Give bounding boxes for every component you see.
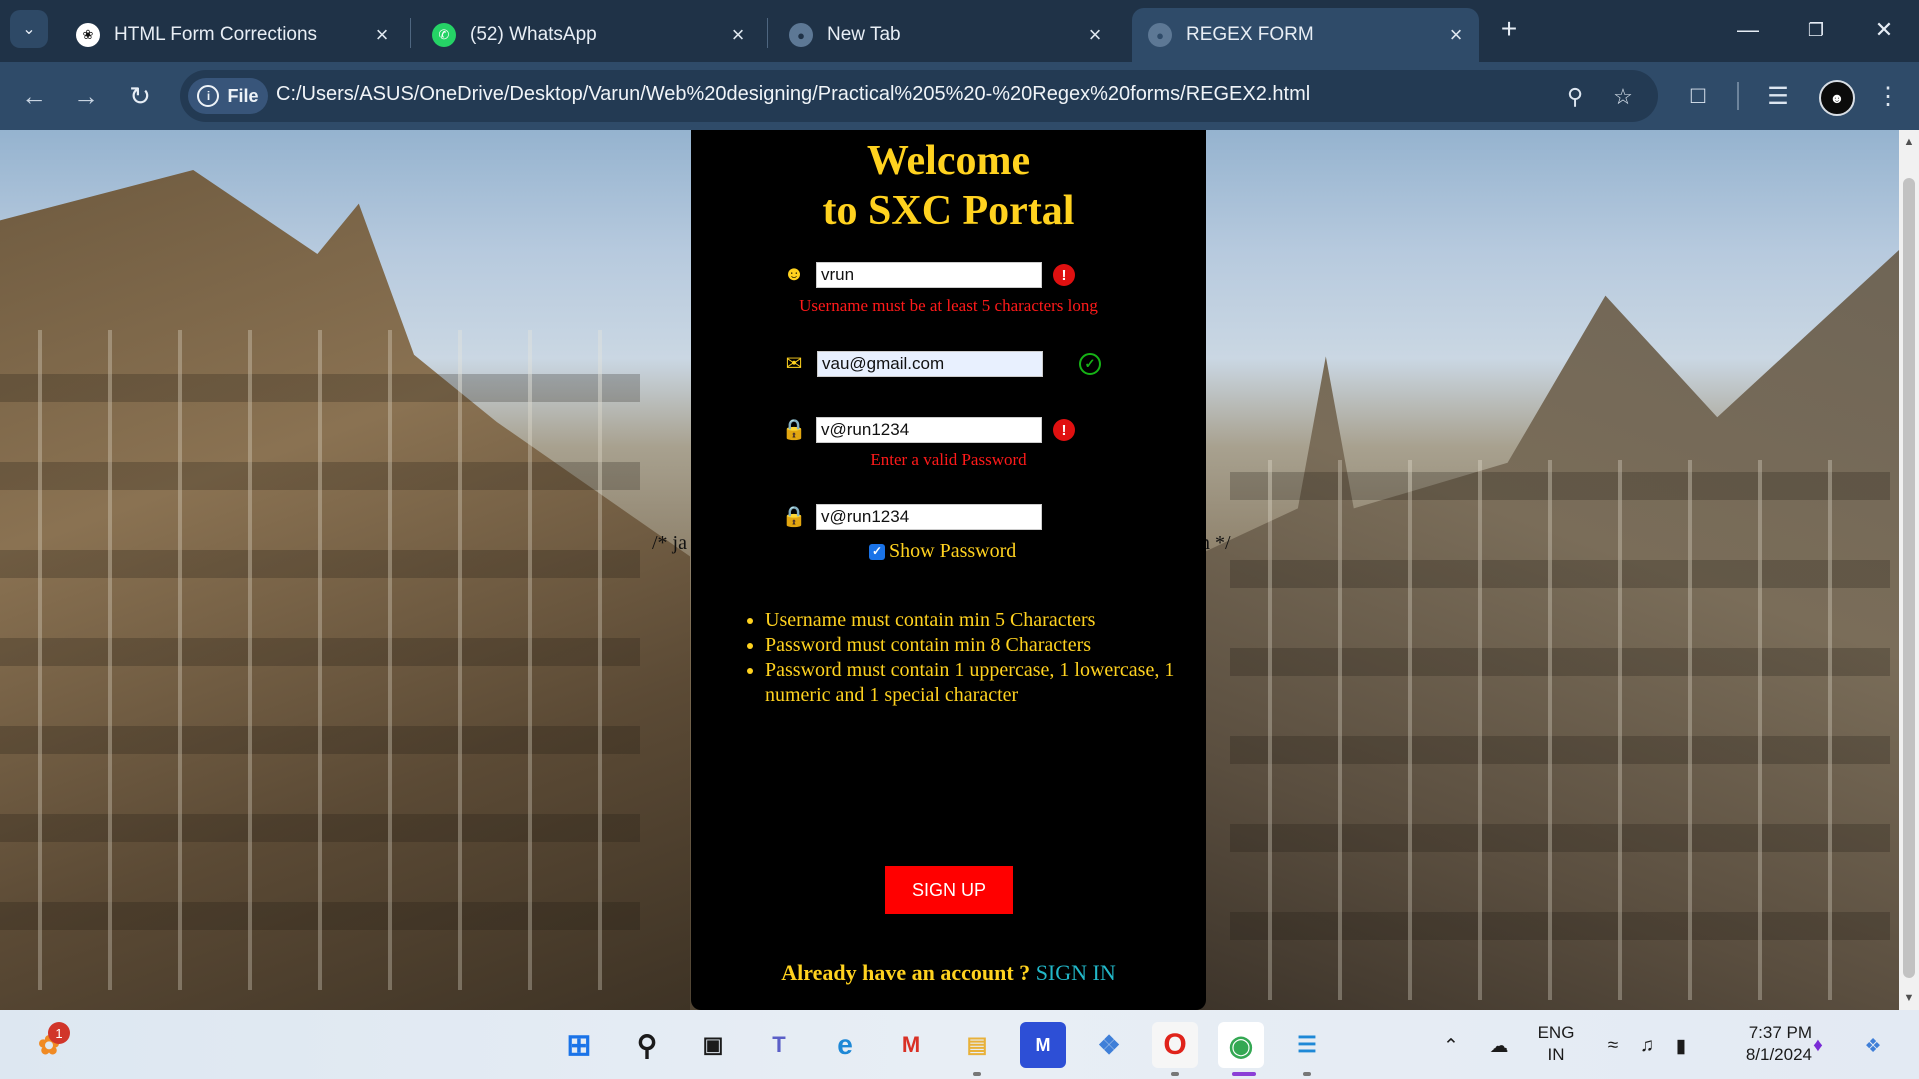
checkbox-checked-icon[interactable]: ✓ [869,543,885,560]
volume-icon[interactable]: ♫ [1634,1034,1660,1058]
password-rules-list: Username must contain min 5 Characters P… [733,608,1205,708]
rule-item: Password must contain 1 uppercase, 1 low… [765,658,1205,708]
page-title: Welcome to SXC Portal [822,138,1075,234]
reload-icon[interactable]: ↻ [120,76,160,116]
zoom-icon[interactable]: ⚲ [1560,82,1590,112]
wifi-icon[interactable]: ≈ [1600,1034,1626,1058]
username-error: Username must be at least 5 characters l… [799,296,1098,315]
onedrive-cloud-icon[interactable]: ☁ [1486,1034,1512,1058]
rule-item: Password must contain min 8 Characters [765,633,1205,658]
signin-link[interactable]: SIGN IN [1036,960,1116,985]
toolbar-divider [1737,82,1739,110]
tab-whatsapp[interactable]: ✆ (52) WhatsApp × [416,8,761,62]
teams-icon[interactable]: T [756,1022,802,1068]
tab-new-tab[interactable]: ● New Tab × [773,8,1118,62]
tab-regex-form[interactable]: ● REGEX FORM × [1132,8,1479,62]
url-text[interactable]: C:/Users/ASUS/OneDrive/Desktop/Varun/Web… [276,83,1310,106]
clock[interactable]: 7:37 PM 8/1/2024 [1712,1022,1812,1066]
lock-icon: 🔒 [781,418,807,441]
chrome-icon[interactable]: ◉ [1218,1022,1264,1068]
opera-icon[interactable]: O [1152,1022,1198,1068]
scroll-thumb[interactable] [1903,178,1915,978]
notification-badge: 1 [48,1022,70,1044]
active-indicator [1232,1072,1256,1076]
openai-icon: ❀ [76,23,100,47]
windows-start-icon[interactable]: ⊞ [556,1022,602,1068]
background-windows-right [1230,460,1890,1000]
close-window-icon[interactable]: ✕ [1856,8,1912,52]
signin-prompt: Already have an account ? SIGN IN [781,960,1116,985]
copilot-pre-icon[interactable]: ❖ [1860,1034,1886,1058]
site-info-chip[interactable]: i File [188,78,268,114]
tab-search-chevron-icon[interactable]: ⌄ [10,10,48,48]
scroll-down-icon[interactable]: ▼ [1899,988,1919,1008]
check-icon: ✓ [1079,353,1101,375]
new-tab-plus-icon[interactable]: + [1492,12,1526,46]
search-icon[interactable]: ⚲ [624,1022,670,1068]
signup-form-panel: Welcome to SXC Portal ☻ ! Username must … [691,130,1206,1010]
confirm-password-input[interactable] [816,504,1042,530]
notepad-icon[interactable]: ☰ [1284,1022,1330,1068]
forward-arrow-icon[interactable]: → [66,76,106,116]
error-icon: ! [1053,419,1075,441]
show-password-toggle[interactable]: ✓ Show Password [869,540,1016,563]
chevron-up-icon[interactable]: ⌃ [1438,1034,1464,1058]
notification-bell-icon[interactable]: ♦ [1805,1034,1831,1058]
bookmark-star-icon[interactable]: ☆ [1608,82,1638,112]
tab-divider [410,18,411,48]
envelope-icon: ✉ [785,352,803,375]
gmail-icon[interactable]: M [888,1022,934,1068]
copilot-icon[interactable]: ❖ [1086,1022,1132,1068]
tab-divider [767,18,768,48]
tab-html-form-corrections[interactable]: ❀ HTML Form Corrections × [60,8,405,62]
media-control-icon[interactable]: ☰ [1758,76,1798,116]
address-bar[interactable]: i File C:/Users/ASUS/OneDrive/Desktop/Va… [180,70,1658,122]
language-indicator[interactable]: ENG IN [1530,1022,1582,1066]
page-scrollbar[interactable]: ▲ ▼ [1899,130,1919,1010]
running-indicator [1303,1072,1311,1076]
battery-icon[interactable]: ▮ [1668,1034,1694,1058]
task-view-icon[interactable]: ▣ [690,1022,736,1068]
close-icon[interactable]: × [1080,22,1110,48]
background-windows-left [0,330,640,990]
tab-strip: ⌄ ❀ HTML Form Corrections × ✆ (52) Whats… [0,0,1919,62]
running-indicator [1171,1072,1179,1076]
page-viewport: /* ja n */ Welcome to SXC Portal ☻ ! Use… [0,130,1899,1010]
file-explorer-icon[interactable]: ▤ [954,1022,1000,1068]
globe-icon: ● [1148,23,1172,47]
close-icon[interactable]: × [367,22,397,48]
profile-avatar[interactable]: ☻ [1819,80,1855,116]
user-icon: ☻ [783,262,805,285]
back-arrow-icon[interactable]: ← [14,76,54,116]
taskbar: ✿ 1 ⊞ ⚲ ▣ T e M ▤ M ❖ O ◉ ☰ ⌃ ☁ ENG IN ≈… [0,1010,1919,1079]
lock-icon: 🔒 [781,505,807,528]
whatsapp-icon: ✆ [432,23,456,47]
error-icon: ! [1053,264,1075,286]
scroll-up-icon[interactable]: ▲ [1899,132,1919,152]
restore-icon[interactable]: ❐ [1788,8,1844,52]
password-input[interactable] [816,417,1042,443]
more-menu-icon[interactable]: ⋮ [1868,76,1908,116]
email-input[interactable] [817,351,1043,377]
edge-icon[interactable]: e [822,1022,868,1068]
info-icon: i [197,85,220,107]
minimize-icon[interactable]: — [1720,8,1776,52]
stray-comment-left: /* ja [652,532,687,554]
rule-item: Username must contain min 5 Characters [765,608,1205,633]
close-icon[interactable]: × [1441,22,1471,48]
browser-toolbar: ← → ↻ i File C:/Users/ASUS/OneDrive/Desk… [0,62,1919,130]
mathway-icon[interactable]: M [1020,1022,1066,1068]
globe-icon: ● [789,23,813,47]
close-icon[interactable]: × [723,22,753,48]
running-indicator [973,1072,981,1076]
username-input[interactable] [816,262,1042,288]
extensions-icon[interactable]: □ [1678,76,1718,116]
signup-button[interactable]: SIGN UP [885,866,1013,914]
password-error: Enter a valid Password [870,450,1027,469]
